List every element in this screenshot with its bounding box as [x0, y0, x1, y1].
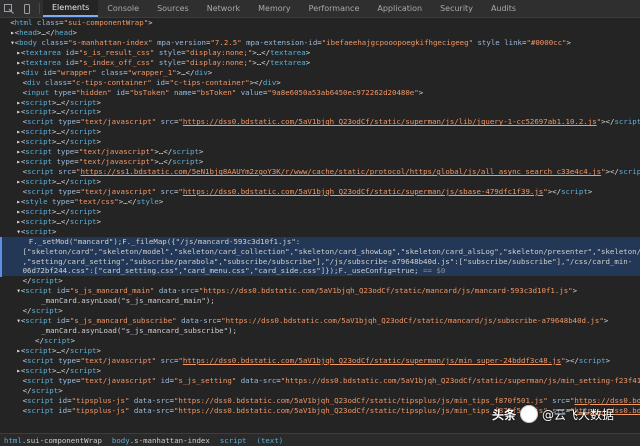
dom-node-line[interactable]: ▸<script>…</script> [0, 346, 640, 356]
dom-node-line[interactable]: ▸<div id="wrapper" class="wrapper_1">…</… [0, 68, 640, 78]
devtools-toolbar: Elements Console Sources Network Memory Perfo… [0, 0, 640, 18]
dom-node-line[interactable]: </script> [0, 336, 640, 346]
watermark-avatar-icon [520, 405, 539, 423]
dom-node-line[interactable]: ▸<script type="text/javascript">…</scrip… [0, 157, 640, 167]
dom-node-line[interactable]: ▸<script>…</script> [0, 207, 640, 217]
selection-marker [0, 236, 2, 277]
dom-node-line[interactable]: <div class="c-tips-container" id="c-tips… [0, 78, 640, 88]
dom-node-line[interactable]: ▸<script>…</script> [0, 107, 640, 117]
inspect-element-icon[interactable] [0, 0, 18, 17]
tab-performance[interactable]: Performance [300, 0, 369, 17]
tab-elements[interactable]: Elements [43, 0, 99, 17]
watermark-handle: @云飞大数据 [542, 407, 615, 422]
tab-sources[interactable]: Sources [148, 0, 198, 17]
dom-node-line[interactable]: ▾<body class="s-manhattan-index" mpa-ver… [0, 38, 640, 48]
dom-node-line[interactable]: ▸<textarea id="s_index_off_css" style="d… [0, 58, 640, 68]
dom-node-line[interactable]: ▸<textarea id="s_is_result_css" style="d… [0, 48, 640, 58]
dom-node-line[interactable]: ▾<script id="s_js_mancard_subscribe" dat… [0, 316, 640, 326]
device-toolbar-icon[interactable] [18, 0, 36, 17]
selected-node-line[interactable]: F._setMod("mancard");F._fileMap({"/js/ma… [0, 236, 640, 247]
breadcrumb-item[interactable]: (text) [257, 436, 284, 445]
dom-node-line[interactable]: _manCard.asynLoad("s_js_mancard_subscrib… [0, 326, 640, 336]
dom-node-line[interactable]: ▸<script>…</script> [0, 137, 640, 147]
dom-node-line[interactable]: <script src="https://ss1.bdstatic.com/5e… [0, 167, 640, 177]
dom-node-line[interactable]: ▸<script>…</script> [0, 127, 640, 137]
tab-application[interactable]: Application [368, 0, 431, 17]
watermark: 头条 @云飞大数据 [492, 401, 632, 427]
selected-node-line[interactable]: ,"setting/card_setting","subscribe/parab… [0, 256, 640, 267]
dom-node-line[interactable]: <script type="text/javascript" id="s_js_… [0, 376, 640, 386]
tab-network[interactable]: Network [198, 0, 249, 17]
dom-node-line[interactable]: ▸<script>…</script> [0, 177, 640, 187]
dom-node-line[interactable]: <input type="hidden" id="bsToken" name="… [0, 88, 640, 98]
watermark-brand: 头条 [492, 407, 517, 422]
dom-node-line[interactable]: <script type="text/javascript" src="http… [0, 187, 640, 197]
dom-node-line[interactable]: <html class="sui-componentWrap"> [0, 18, 640, 28]
tab-audits[interactable]: Audits [482, 0, 525, 17]
dom-node-line[interactable]: <script type="text/javascript" src="http… [0, 356, 640, 366]
selected-node-line[interactable]: ["skeleton/card","skeleton/model","skele… [0, 246, 640, 257]
breadcrumb-item[interactable]: body.s-manhattan-index [112, 436, 210, 445]
dom-node-line[interactable]: </script> [0, 386, 640, 396]
dom-node-line[interactable]: </script> [0, 276, 640, 286]
dom-node-line[interactable]: ▸<script>…</script> [0, 98, 640, 108]
tab-security[interactable]: Security [431, 0, 482, 17]
dom-node-line[interactable]: ▾<script> [0, 227, 640, 237]
breadcrumb-item[interactable]: html.sui-componentWrap [4, 436, 102, 445]
dom-node-line[interactable]: </script> [0, 306, 640, 316]
dom-node-line[interactable]: ▸<style type="text/css">…</style> [0, 197, 640, 207]
dom-node-line[interactable]: <script type="text/javascript" src="http… [0, 117, 640, 127]
dom-node-line[interactable]: ▸<script type="text/javascript">…</scrip… [0, 147, 640, 157]
breadcrumb: html.sui-componentWrap body.s-manhattan-i… [0, 433, 640, 446]
dom-node-line[interactable]: ▸<script>…</script> [0, 217, 640, 227]
breadcrumb-item[interactable]: script [220, 436, 247, 445]
dom-node-line[interactable]: _manCard.asynLoad("s_js_mancard_main"); [0, 296, 640, 306]
selected-node-line[interactable]: 06d72bf244.css":["card_setting.css","car… [0, 266, 640, 277]
dom-node-line[interactable]: ▸<head>…</head> [0, 28, 640, 38]
elements-dom-tree: <html class="sui-componentWrap"> ▸<head>…… [0, 18, 640, 432]
dom-node-line[interactable]: ▸<script>…</script> [0, 366, 640, 376]
tab-console[interactable]: Console [98, 0, 148, 17]
panel-tabs: Elements Console Sources Network Memory Perfo… [43, 0, 525, 17]
dom-node-line[interactable]: ▾<script id="s_js_mancard_main" data-src… [0, 286, 640, 296]
toolbar-divider [39, 3, 40, 14]
tab-memory[interactable]: Memory [249, 0, 300, 17]
